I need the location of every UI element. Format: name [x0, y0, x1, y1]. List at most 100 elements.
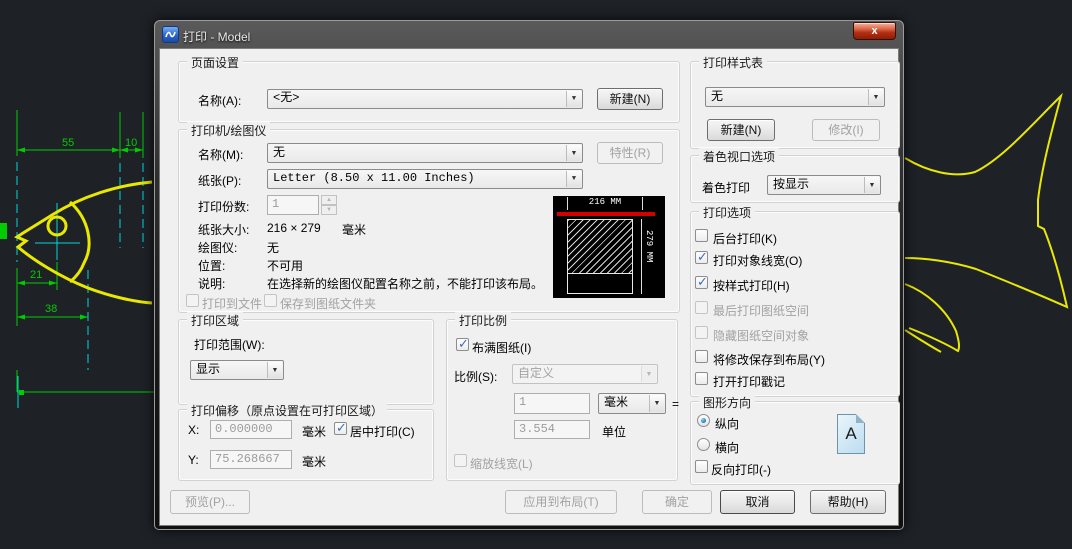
- save-changes-layout-checkbox[interactable]: [695, 350, 708, 363]
- style-edit-button: 修改(I): [812, 119, 880, 141]
- app-icon: [162, 26, 179, 43]
- y-label: Y:: [188, 453, 199, 467]
- group-title: 着色视口选项: [699, 148, 780, 165]
- fish-tail-outline: [904, 92, 1069, 353]
- scale-lineweights-label: 缩放线宽(L): [470, 457, 533, 471]
- paperspace-last-label: 最后打印图纸空间: [713, 304, 810, 318]
- group-title: 打印区域: [187, 312, 244, 329]
- landscape-radio[interactable]: [697, 438, 710, 451]
- plot-dialog-window: 打印 - Model x 页面设置 打印机/绘图仪 打印区域 打印偏移（原点设置…: [154, 20, 904, 530]
- properties-button: 特性(R): [597, 142, 663, 164]
- portrait-radio[interactable]: [697, 414, 710, 427]
- group-title: 打印比例: [455, 312, 512, 329]
- y-offset-input: 75.268667: [210, 450, 292, 469]
- fit-to-paper-label: 布满图纸(I): [472, 341, 532, 355]
- group-title: 打印机/绘图仪: [187, 122, 271, 139]
- paper-size-value: 216 × 279: [267, 221, 321, 235]
- chevron-down-icon[interactable]: ▼: [566, 171, 581, 187]
- background-plot-checkbox[interactable]: [695, 229, 708, 242]
- group-title: 打印样式表: [699, 54, 768, 71]
- name-a-label: 名称(A):: [198, 94, 242, 108]
- preview-button: 预览(P)...: [170, 490, 250, 514]
- where-value: 不可用: [267, 259, 304, 273]
- dimension-lines: [16, 110, 154, 393]
- x-offset-input: 0.000000: [210, 420, 292, 439]
- chevron-down-icon[interactable]: ▼: [566, 91, 581, 107]
- paper-preview: 216 MM 279 MM: [553, 196, 665, 298]
- plot-range-label: 打印范围(W):: [194, 338, 265, 352]
- hide-paperspace-checkbox: [695, 326, 708, 339]
- save-changes-layout-label: 将修改保存到布局(Y): [713, 353, 825, 367]
- title-bar[interactable]: 打印 - Model x: [155, 21, 903, 48]
- printer-name-combo[interactable]: 无 ▼: [267, 143, 583, 163]
- plot-with-styles-label: 按样式打印(H): [713, 279, 790, 293]
- page-setup-new-button[interactable]: 新建(N): [597, 88, 663, 110]
- chevron-down-icon[interactable]: ▼: [649, 395, 664, 412]
- orientation-paper-icon: A: [837, 414, 865, 454]
- paper-size-unit: 毫米: [342, 223, 367, 237]
- plot-to-file-label: 打印到文件: [202, 297, 263, 311]
- page-setup-name-combo[interactable]: <无> ▼: [267, 89, 583, 109]
- close-button[interactable]: x: [853, 22, 896, 40]
- style-table-combo[interactable]: 无 ▼: [705, 87, 885, 107]
- scale-unit-combo[interactable]: 毫米 ▼: [598, 393, 666, 414]
- dim-label-10: 10: [125, 137, 137, 149]
- plot-upside-down-label: 反向打印(-): [711, 463, 771, 477]
- help-button[interactable]: 帮助(H): [810, 490, 886, 514]
- plot-to-file-checkbox: [186, 294, 199, 307]
- center-plot-checkbox[interactable]: [334, 420, 347, 436]
- background-plot-label: 后台打印(K): [713, 232, 777, 246]
- paper-size-label: 纸张大小:: [198, 223, 250, 237]
- group-title: 打印偏移（原点设置在可打印区域）: [187, 402, 388, 419]
- paper-size-combo[interactable]: Letter (8.50 x 11.00 Inches) ▼: [267, 169, 583, 189]
- dimension-arrows: [0, 147, 143, 395]
- ok-button: 确定: [642, 490, 712, 514]
- scale-lineweights-checkbox: [454, 454, 467, 467]
- copies-stepper: ▲ ▼: [321, 195, 337, 215]
- hide-paperspace-label: 隐藏图纸空间对象: [713, 329, 810, 343]
- group-title: 页面设置: [187, 54, 244, 71]
- plot-stamp-checkbox[interactable]: [695, 372, 708, 385]
- group-title: 打印选项: [699, 204, 756, 221]
- window-title: 打印 - Model: [183, 30, 251, 44]
- dialog-client-area: 页面设置 打印机/绘图仪 打印区域 打印偏移（原点设置在可打印区域） 打印比例 …: [159, 48, 900, 526]
- plot-with-styles-checkbox[interactable]: [695, 274, 708, 290]
- scale-combo: 自定义 ▼: [512, 364, 658, 384]
- preview-height-label: 279 MM: [644, 230, 654, 263]
- copies-input: 1: [267, 195, 319, 215]
- style-new-button[interactable]: 新建(N): [707, 119, 775, 141]
- chevron-down-icon[interactable]: ▼: [566, 145, 581, 161]
- save-to-folder-label: 保存到图纸文件夹: [280, 297, 377, 311]
- plotter-label: 绘图仪:: [198, 241, 238, 255]
- save-to-folder-checkbox: [264, 294, 277, 307]
- preview-printable-bar: [557, 212, 655, 216]
- plot-stamp-label: 打开打印戳记: [713, 375, 786, 389]
- preview-width-label: 216 MM: [567, 197, 643, 210]
- scale-label: 比例(S):: [454, 370, 498, 384]
- dim-label-38: 38: [45, 303, 57, 315]
- landscape-label: 横向: [715, 441, 740, 455]
- chevron-down-icon[interactable]: ▼: [864, 177, 879, 193]
- plot-range-combo[interactable]: 显示 ▼: [190, 360, 284, 380]
- description-label: 说明:: [198, 277, 226, 291]
- chevron-down-icon[interactable]: ▼: [868, 89, 883, 105]
- spin-up-icon: ▲: [321, 195, 337, 205]
- paper-label: 纸张(P):: [198, 174, 242, 188]
- chevron-down-icon[interactable]: ▼: [267, 362, 282, 378]
- paperspace-last-checkbox: [695, 301, 708, 314]
- cancel-button[interactable]: 取消: [720, 490, 795, 514]
- x-label: X:: [188, 423, 200, 437]
- chevron-down-icon: ▼: [641, 366, 656, 382]
- dim-label-55: 55: [62, 137, 74, 149]
- equals-sign: =: [672, 397, 680, 411]
- spin-down-icon: ▼: [321, 205, 337, 215]
- plot-upside-down-checkbox[interactable]: [695, 460, 708, 473]
- fit-to-paper-checkbox[interactable]: [456, 336, 469, 352]
- description-value: 在选择新的绘图仪配置名称之前，不能打印该布局。: [267, 277, 544, 291]
- preview-hatch-area: [568, 220, 632, 274]
- shade-plot-combo[interactable]: 按显示 ▼: [767, 175, 881, 195]
- group-title: 图形方向: [699, 394, 756, 411]
- plotter-value: 无: [267, 241, 280, 255]
- plot-lineweights-checkbox[interactable]: [695, 249, 708, 265]
- x-unit-label: 毫米: [302, 425, 327, 439]
